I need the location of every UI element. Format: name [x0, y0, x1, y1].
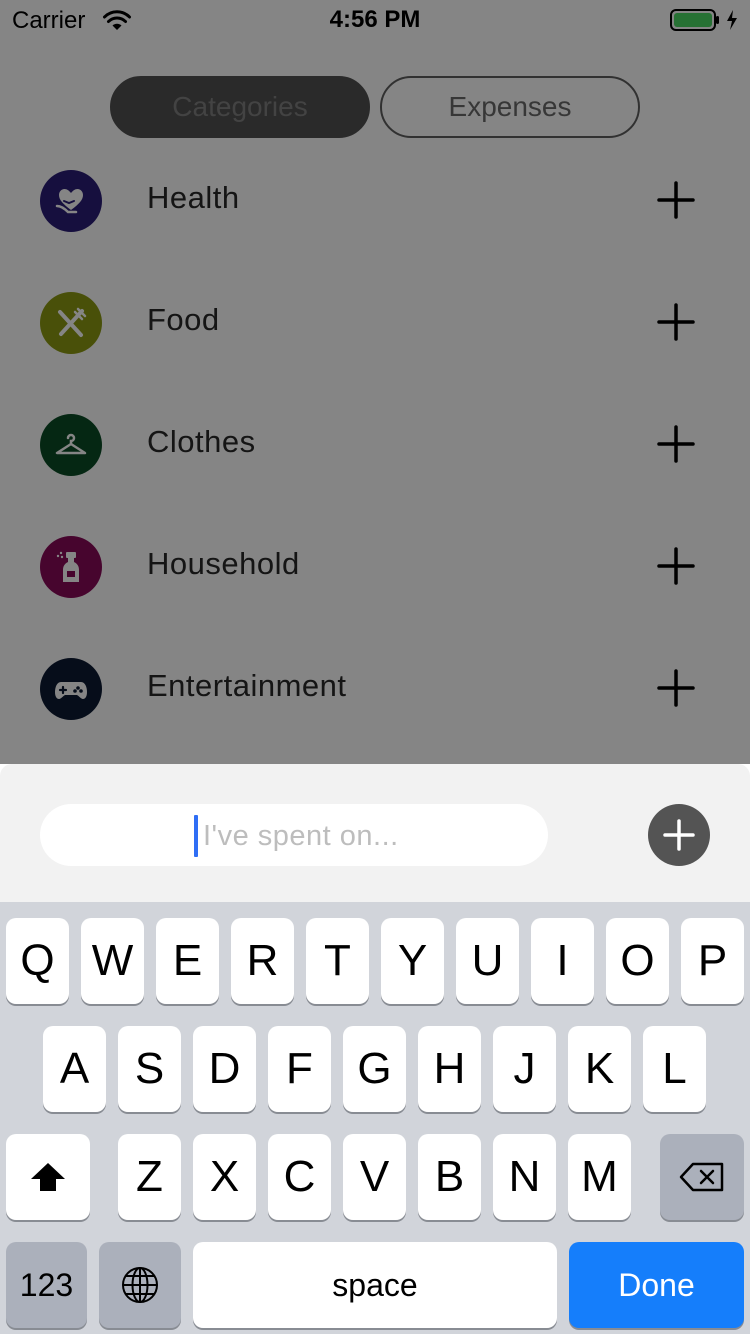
- tab-expenses[interactable]: Expenses: [380, 76, 640, 138]
- app-screen: Carrier 4:56 PM Categories Expenses Heal…: [0, 0, 750, 764]
- key-a[interactable]: A: [43, 1026, 106, 1112]
- backspace-key[interactable]: [660, 1134, 744, 1220]
- category-label: Entertainment: [147, 668, 347, 703]
- key-x[interactable]: X: [193, 1134, 256, 1220]
- category-row-household[interactable]: Household: [0, 504, 750, 626]
- key-e[interactable]: E: [156, 918, 219, 1004]
- keyboard: Q W E R T Y U I O P A S D F G H J K L Z …: [0, 902, 750, 1334]
- space-key[interactable]: space: [193, 1242, 557, 1328]
- key-t[interactable]: T: [306, 918, 369, 1004]
- category-icon-circle: [40, 658, 102, 720]
- gamepad-icon: [55, 682, 87, 699]
- category-label: Clothes: [147, 424, 256, 459]
- hanger-icon: [55, 433, 87, 455]
- key-z[interactable]: Z: [118, 1134, 181, 1220]
- numbers-key[interactable]: 123: [6, 1242, 87, 1328]
- key-j[interactable]: J: [493, 1026, 556, 1112]
- key-y[interactable]: Y: [381, 918, 444, 1004]
- key-i[interactable]: I: [531, 918, 594, 1004]
- spent-on-input[interactable]: I've spent on...: [40, 804, 548, 866]
- category-row-health[interactable]: Health: [0, 138, 750, 260]
- category-row-clothes[interactable]: Clothes: [0, 382, 750, 504]
- category-label: Household: [147, 546, 300, 581]
- globe-icon: [122, 1267, 158, 1303]
- category-row-food[interactable]: Food: [0, 260, 750, 382]
- key-f[interactable]: F: [268, 1026, 331, 1112]
- backspace-icon: [679, 1162, 724, 1192]
- done-key[interactable]: Done: [569, 1242, 744, 1328]
- key-d[interactable]: D: [193, 1026, 256, 1112]
- plus-icon[interactable]: [656, 424, 696, 464]
- wifi-icon: [103, 10, 131, 30]
- key-l[interactable]: L: [643, 1026, 706, 1112]
- key-c[interactable]: C: [268, 1134, 331, 1220]
- key-b[interactable]: B: [418, 1134, 481, 1220]
- key-s[interactable]: S: [118, 1026, 181, 1112]
- input-placeholder: I've spent on...: [203, 820, 399, 852]
- category-row-entertainment[interactable]: Entertainment: [0, 626, 750, 748]
- shift-arrow-icon: [31, 1163, 65, 1191]
- battery-icon: [670, 9, 719, 31]
- key-q[interactable]: Q: [6, 918, 69, 1004]
- key-u[interactable]: U: [456, 918, 519, 1004]
- key-k[interactable]: K: [568, 1026, 631, 1112]
- key-p[interactable]: P: [681, 918, 744, 1004]
- text-caret: [194, 815, 198, 857]
- category-label: Health: [147, 180, 240, 215]
- key-h[interactable]: H: [418, 1026, 481, 1112]
- status-bar: Carrier 4:56 PM: [0, 0, 750, 40]
- plus-icon[interactable]: [656, 668, 696, 708]
- key-n[interactable]: N: [493, 1134, 556, 1220]
- expense-input-bar: I've spent on...: [0, 764, 750, 902]
- category-icon-circle: [40, 414, 102, 476]
- plus-icon[interactable]: [656, 302, 696, 342]
- key-w[interactable]: W: [81, 918, 144, 1004]
- category-icon-circle: [40, 170, 102, 232]
- heart-hand-icon: [55, 189, 83, 214]
- segmented-control: Categories Expenses: [110, 76, 640, 138]
- key-g[interactable]: G: [343, 1026, 406, 1112]
- add-expense-button[interactable]: [648, 804, 710, 866]
- key-v[interactable]: V: [343, 1134, 406, 1220]
- plus-icon[interactable]: [656, 180, 696, 220]
- fork-knife-icon: [58, 307, 87, 337]
- category-icon-circle: [40, 536, 102, 598]
- key-m[interactable]: M: [568, 1134, 631, 1220]
- category-label: Food: [147, 302, 220, 337]
- key-o[interactable]: O: [606, 918, 669, 1004]
- key-r[interactable]: R: [231, 918, 294, 1004]
- plus-icon[interactable]: [656, 546, 696, 586]
- category-icon-circle: [40, 292, 102, 354]
- globe-key[interactable]: [99, 1242, 181, 1328]
- plus-icon: [663, 819, 695, 851]
- charging-bolt-icon: [727, 10, 737, 30]
- tab-categories[interactable]: Categories: [110, 76, 370, 138]
- carrier-label: Carrier: [12, 7, 86, 34]
- shift-key[interactable]: [6, 1134, 90, 1220]
- spray-bottle-icon: [56, 551, 79, 582]
